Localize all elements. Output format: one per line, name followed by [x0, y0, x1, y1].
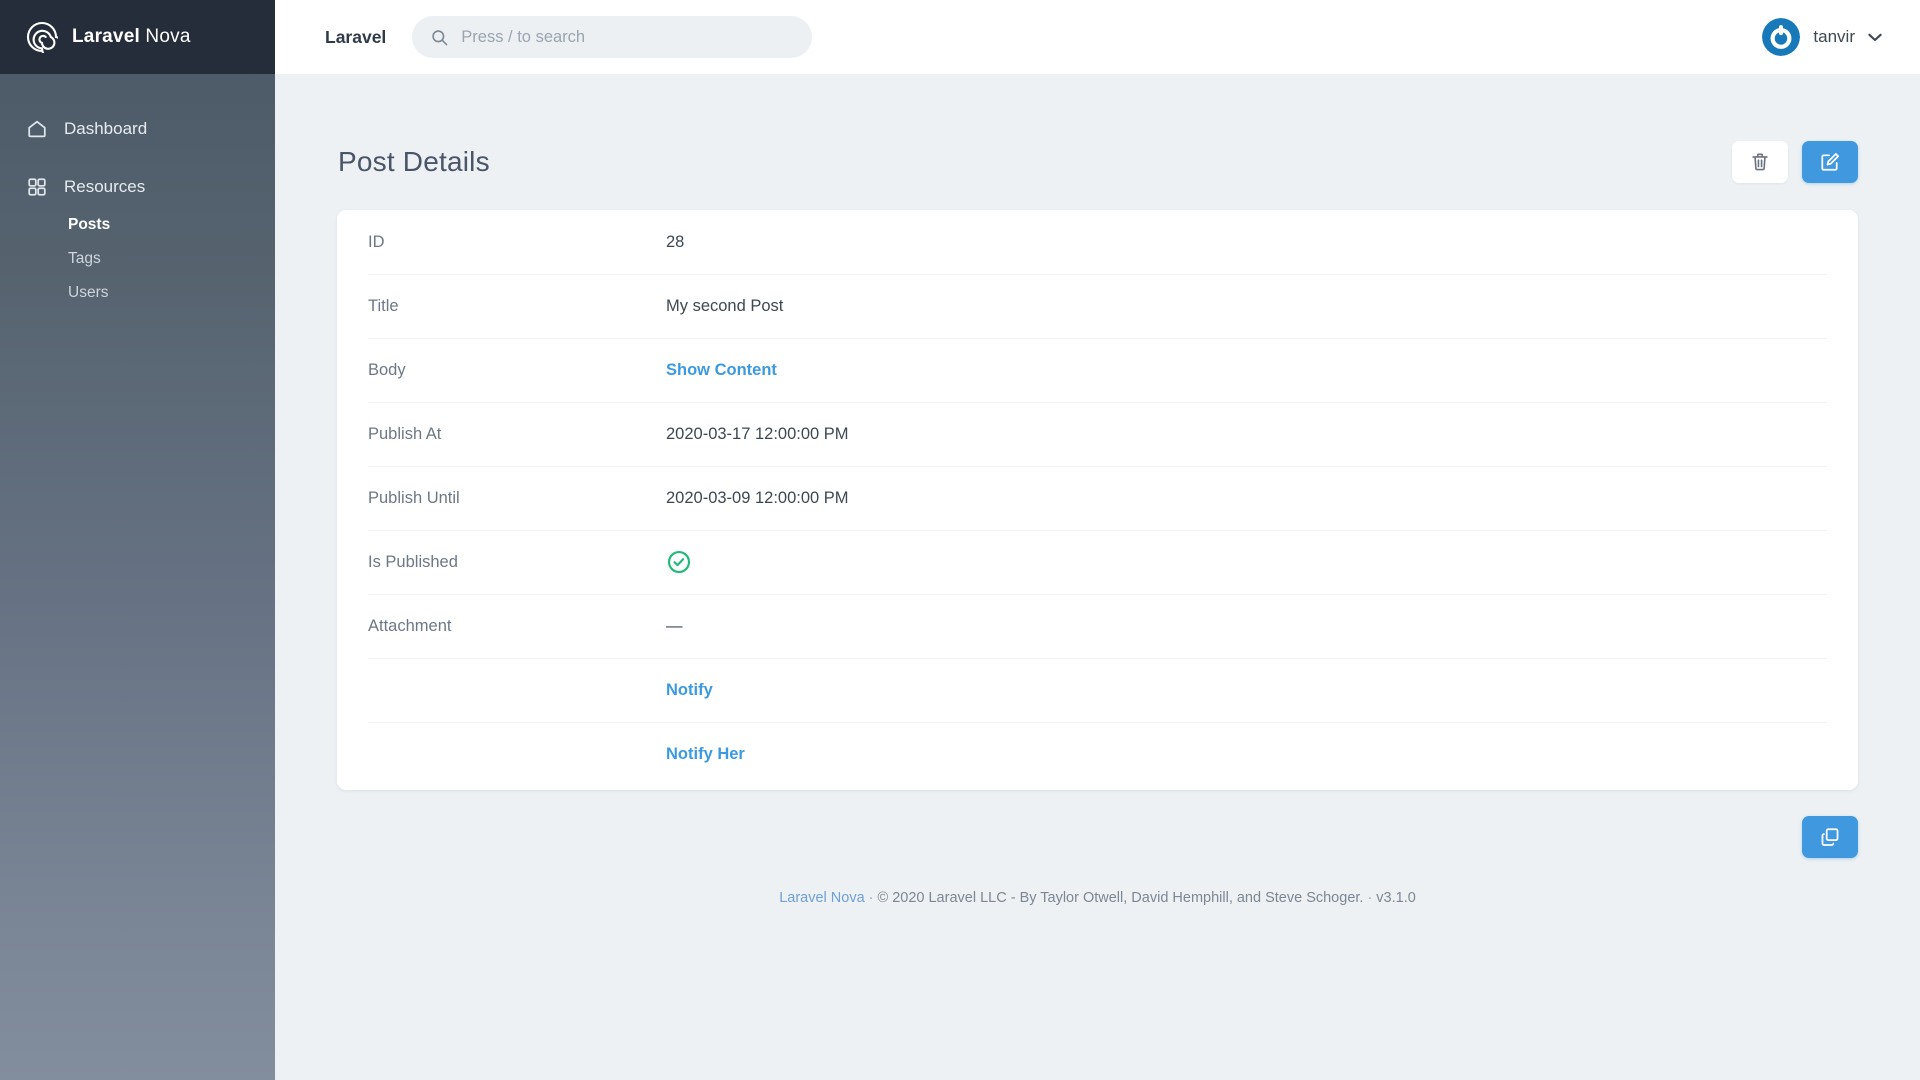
home-icon: [28, 120, 46, 138]
field-label: Body: [368, 360, 406, 379]
notify-her-link[interactable]: Notify Her: [666, 745, 745, 764]
post-details-card: ID 28 Title My second Post Body Show Con…: [337, 210, 1858, 790]
logo-light: Nova: [139, 26, 191, 47]
footer-copyright: © 2020 Laravel LLC - By Taylor Otwell, D…: [877, 890, 1364, 906]
field-row-body: Body Show Content: [337, 338, 1858, 402]
field-row-is-published: Is Published: [337, 530, 1858, 594]
user-avatar-icon: [1762, 18, 1801, 56]
field-label: ID: [368, 232, 385, 251]
field-label: Publish At: [368, 424, 442, 443]
sidebar: Laravel Nova Dashboard Resources Posts T…: [0, 0, 275, 1080]
chevron-down-icon: [1868, 33, 1882, 41]
sidebar-item-label-resources: Resources: [64, 177, 146, 196]
page-actions: [1732, 141, 1858, 183]
card-footer-actions: [337, 816, 1858, 858]
field-label: Publish Until: [368, 488, 460, 507]
field-label: Is Published: [368, 552, 458, 571]
main-area: Laravel tanvir: [275, 0, 1920, 1080]
topbar: Laravel tanvir: [275, 0, 1920, 74]
footer-version: v3.1.0: [1376, 890, 1416, 906]
sidebar-item-posts[interactable]: Posts: [0, 208, 275, 242]
edit-pencil-icon: [1821, 153, 1840, 171]
field-row-publish-at: Publish At 2020-03-17 12:00:00 PM: [337, 402, 1858, 466]
field-row-notify: Notify: [337, 658, 1858, 722]
sidebar-item-dashboard[interactable]: Dashboard: [0, 108, 275, 150]
laravel-nova-spiral-icon: [26, 21, 58, 53]
field-row-attachment: Attachment —: [337, 594, 1858, 658]
topbar-brand[interactable]: Laravel: [325, 27, 386, 48]
search-input[interactable]: [461, 27, 795, 47]
sidebar-logo-text: Laravel Nova: [72, 26, 191, 48]
sidebar-item-tags[interactable]: Tags: [0, 242, 275, 276]
sidebar-header: Laravel Nova: [0, 0, 275, 74]
delete-button[interactable]: [1732, 141, 1788, 183]
edit-button[interactable]: [1802, 141, 1858, 183]
search-icon: [432, 29, 448, 45]
trash-icon: [1752, 153, 1768, 171]
field-value-boolean: [666, 549, 692, 575]
footer-separator-1: ·: [868, 890, 874, 906]
user-name: tanvir: [1813, 27, 1855, 46]
duplicate-button[interactable]: [1802, 816, 1858, 858]
sidebar-item-label-dashboard: Dashboard: [64, 119, 148, 138]
field-row-publish-until: Publish Until 2020-03-09 12:00:00 PM: [337, 466, 1858, 530]
copy-icon: [1821, 828, 1839, 846]
field-row-id: ID 28: [337, 210, 1858, 274]
nav-group-resources: Resources Posts Tags Users: [0, 166, 275, 310]
page-header: Post Details: [337, 114, 1858, 210]
sidebar-nav: Dashboard Resources Posts Tags Users: [0, 74, 275, 326]
notify-link[interactable]: Notify: [666, 681, 713, 700]
sidebar-item-resources[interactable]: Resources: [0, 166, 275, 208]
field-row-title: Title My second Post: [337, 274, 1858, 338]
field-label: Title: [368, 296, 399, 315]
app-root: Laravel Nova Dashboard Resources Posts T…: [0, 0, 1920, 1080]
field-value: My second Post: [666, 296, 784, 315]
search-box[interactable]: [412, 16, 813, 58]
field-value: 2020-03-09 12:00:00 PM: [666, 488, 849, 507]
field-row-notify-her: Notify Her: [337, 722, 1858, 786]
grid-icon: [28, 178, 46, 196]
logo-bold: Laravel: [72, 26, 140, 47]
field-value: —: [666, 616, 683, 635]
content-area: Post Details ID 28 Title My second Post …: [275, 74, 1920, 1080]
page-title: Post Details: [338, 146, 490, 177]
field-label: Attachment: [368, 616, 452, 635]
sidebar-item-users[interactable]: Users: [0, 276, 275, 310]
field-value: 28: [666, 232, 685, 251]
footer-separator-2: ·: [1367, 890, 1373, 906]
footer-link-laravel-nova[interactable]: Laravel Nova: [779, 890, 864, 906]
check-circle-icon: [667, 550, 691, 574]
page-footer: Laravel Nova · © 2020 Laravel LLC - By Tay…: [337, 890, 1858, 906]
show-content-link[interactable]: Show Content: [666, 361, 777, 380]
nav-group-dashboard: Dashboard: [0, 108, 275, 150]
user-menu[interactable]: tanvir: [1762, 18, 1882, 56]
field-value: 2020-03-17 12:00:00 PM: [666, 424, 849, 443]
